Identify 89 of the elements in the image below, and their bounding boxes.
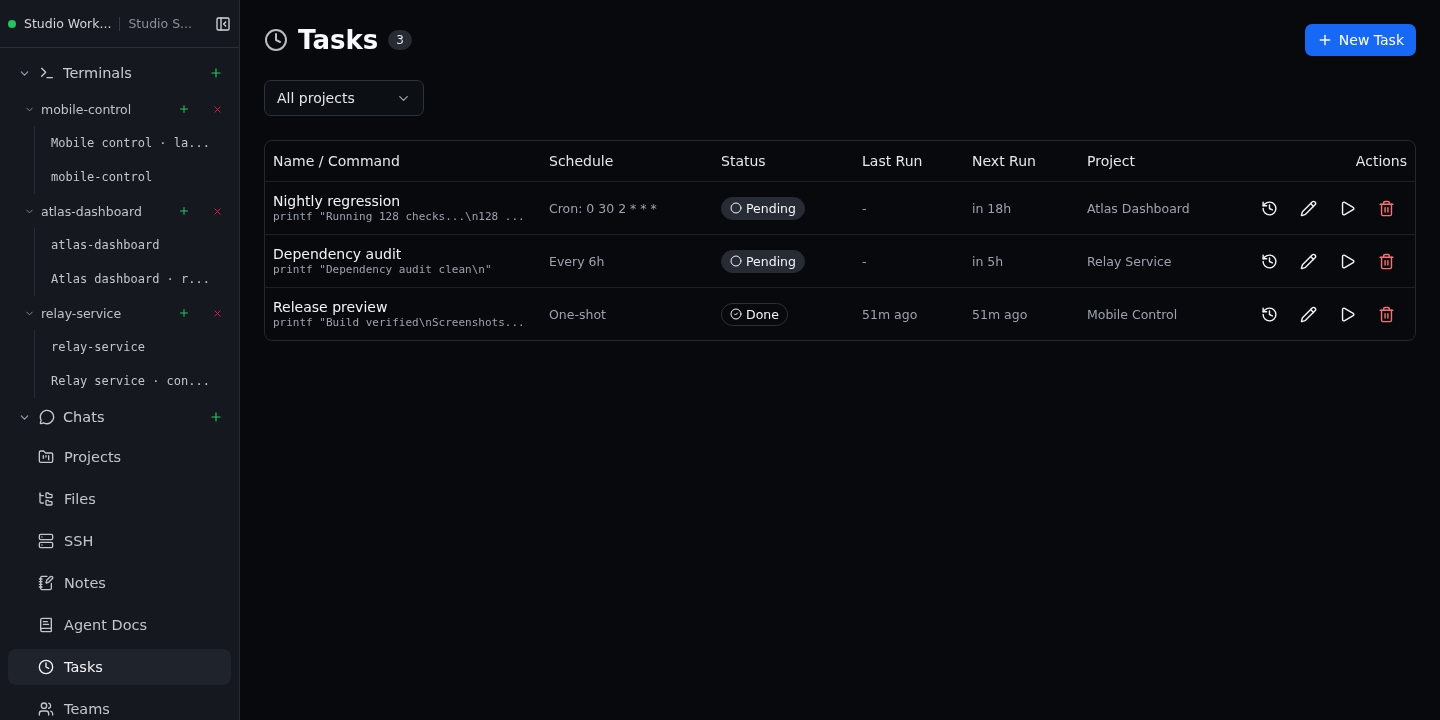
delete-button[interactable] <box>1378 305 1395 323</box>
section-label[interactable]: Chats <box>63 409 201 425</box>
workspace-name[interactable]: Studio Work... <box>24 16 112 31</box>
section-label[interactable]: Terminals <box>63 65 201 81</box>
nav-label: SSH <box>64 533 94 549</box>
close-icon[interactable] <box>212 307 223 319</box>
nav-label: Teams <box>64 701 110 717</box>
history-button[interactable] <box>1261 252 1278 270</box>
chat-bubble-icon <box>39 409 55 425</box>
schedule-cell-text: Cron: 0 30 2 * * * <box>549 200 658 216</box>
nav-label: Files <box>64 491 96 507</box>
add-icon[interactable] <box>178 307 190 319</box>
clock-icon <box>264 28 288 52</box>
file-tree-icon <box>38 491 54 507</box>
last-run-cell-text: - <box>862 200 868 216</box>
collapse-sidebar-icon[interactable] <box>215 15 231 32</box>
add-icon[interactable] <box>209 66 223 80</box>
edit-button[interactable] <box>1300 305 1317 323</box>
project-cell-text: Relay Service <box>1087 253 1173 269</box>
group-label[interactable]: mobile-control <box>41 101 172 117</box>
terminal-item[interactable]: Relay service · con... <box>35 364 231 398</box>
next-run-cell-text: in 5h <box>972 253 1005 269</box>
terminal-item[interactable]: atlas-dashboard <box>35 228 231 262</box>
run-button[interactable] <box>1339 252 1356 270</box>
nav-item[interactable]: Tasks <box>8 649 231 685</box>
workspace-subtitle[interactable]: Studio S... <box>128 16 193 31</box>
next-run-cell-text: 51m ago <box>972 306 1029 322</box>
task-name: Release preview <box>273 299 389 315</box>
nav-label: Tasks <box>64 659 103 675</box>
column-header: Next Run <box>972 153 1037 169</box>
terminal-item[interactable]: Mobile control · la... <box>35 126 231 160</box>
group-label[interactable]: relay-service <box>41 305 172 321</box>
server-icon <box>38 533 54 549</box>
nav-item[interactable]: Agent Docs <box>8 607 231 643</box>
last-run-cell-text: 51m ago <box>862 306 919 322</box>
schedule-cell-text: Every 6h <box>549 253 606 269</box>
nav-label: Projects <box>64 449 122 465</box>
project-cell-text: Mobile Control <box>1087 306 1179 322</box>
project-cell-text: Atlas Dashboard <box>1087 200 1191 216</box>
run-button[interactable] <box>1339 305 1356 323</box>
nav-item[interactable]: SSH <box>8 523 231 559</box>
delete-button[interactable] <box>1378 199 1395 217</box>
terminal-item[interactable]: relay-service <box>35 330 231 364</box>
task-command: printf "Dependency audit clean\n" <box>273 263 493 276</box>
edit-button[interactable] <box>1300 199 1317 217</box>
column-header: Schedule <box>549 153 615 169</box>
nav-item[interactable]: Projects <box>8 439 231 475</box>
task-name: Nightly regression <box>273 193 402 209</box>
column-header: Status <box>721 153 767 169</box>
nav-item[interactable]: Notes <box>8 565 231 601</box>
users-icon <box>38 701 54 717</box>
column-header: Name / Command <box>273 153 401 169</box>
terminal-item[interactable]: Atlas dashboard · r... <box>35 262 231 296</box>
notebook-icon <box>38 575 54 591</box>
terminal-icon <box>39 65 55 81</box>
nav-item[interactable]: Files <box>8 481 231 517</box>
task-command: printf "Running 128 checks...\n128 ... <box>273 210 526 223</box>
status-badge: Pending <box>721 249 805 273</box>
last-run-cell-text: - <box>862 253 868 269</box>
next-run-cell-text: in 18h <box>972 200 1013 216</box>
status-badge: Pending <box>721 196 805 220</box>
run-button[interactable] <box>1339 199 1356 217</box>
clock-icon <box>38 659 54 675</box>
task-command: printf "Build verified\nScreenshots... <box>273 316 526 329</box>
nav-label: Notes <box>64 575 106 591</box>
page-title: Tasks <box>298 25 379 55</box>
document-icon <box>38 617 54 633</box>
project-filter-dropdown[interactable]: All projects <box>264 80 424 116</box>
column-header: Last Run <box>862 153 924 169</box>
folder-icon <box>38 449 54 465</box>
edit-button[interactable] <box>1300 252 1317 270</box>
nav-label: Agent Docs <box>64 617 148 633</box>
add-icon[interactable] <box>209 410 223 424</box>
close-icon[interactable] <box>212 103 223 115</box>
column-header: Project <box>1087 153 1136 169</box>
add-icon[interactable] <box>178 205 190 217</box>
delete-button[interactable] <box>1378 252 1395 270</box>
column-header: Actions <box>1354 153 1408 169</box>
count-badge: 3 <box>388 30 412 50</box>
terminal-item[interactable]: mobile-control <box>35 160 231 194</box>
nav-item[interactable]: Teams <box>8 691 231 720</box>
task-name: Dependency audit <box>273 246 403 262</box>
schedule-cell-text: One-shot <box>549 306 607 322</box>
group-label[interactable]: atlas-dashboard <box>41 203 172 219</box>
history-button[interactable] <box>1261 305 1278 323</box>
close-icon[interactable] <box>212 205 223 217</box>
history-button[interactable] <box>1261 199 1278 217</box>
add-icon[interactable] <box>178 103 190 115</box>
new-task-button[interactable]: New Task <box>1304 24 1416 56</box>
